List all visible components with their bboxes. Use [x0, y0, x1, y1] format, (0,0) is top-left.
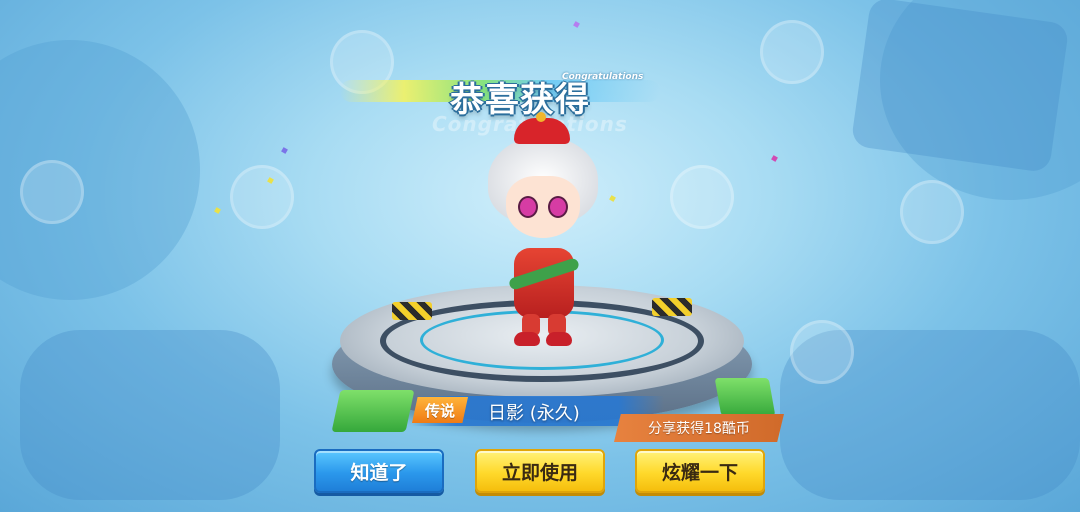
reward-screen: 恭喜获得 Congratulations Congratulations 传说 … — [0, 0, 1080, 512]
platform-green-block — [714, 378, 776, 416]
character-eye — [518, 196, 538, 218]
monkey-emblem-icon — [670, 165, 734, 229]
ok-button[interactable]: 知道了 — [314, 449, 444, 493]
character-shoe — [514, 332, 540, 346]
character-hat-knob — [536, 112, 546, 122]
title-subtext: Congratulations — [562, 72, 644, 82]
confetti — [214, 207, 221, 214]
platform-green-block — [331, 390, 415, 432]
background-panel — [20, 330, 280, 500]
hazard-stripe — [652, 298, 692, 316]
background-panel — [850, 0, 1070, 174]
monkey-emblem-icon — [230, 165, 294, 229]
item-name: 日影 (永久) — [488, 403, 580, 424]
monkey-emblem-icon — [900, 180, 964, 244]
character-model — [478, 112, 608, 378]
monkey-emblem-icon — [20, 160, 84, 224]
character-shoe — [546, 332, 572, 346]
confetti — [573, 21, 580, 28]
rarity-tag: 传说 — [412, 397, 468, 423]
confetti — [281, 147, 288, 154]
stopwatch-icon — [760, 20, 824, 84]
hazard-stripe — [392, 302, 432, 320]
confetti — [771, 155, 778, 162]
share-reward-banner: 分享获得18酷币 — [614, 414, 784, 442]
stopwatch-icon — [790, 320, 854, 384]
show-off-button[interactable]: 炫耀一下 — [635, 449, 765, 493]
use-now-button[interactable]: 立即使用 — [475, 449, 605, 493]
confetti — [609, 195, 616, 202]
character-eye — [548, 196, 568, 218]
congratulations-banner: 恭喜获得 Congratulations Congratulations — [340, 30, 660, 136]
